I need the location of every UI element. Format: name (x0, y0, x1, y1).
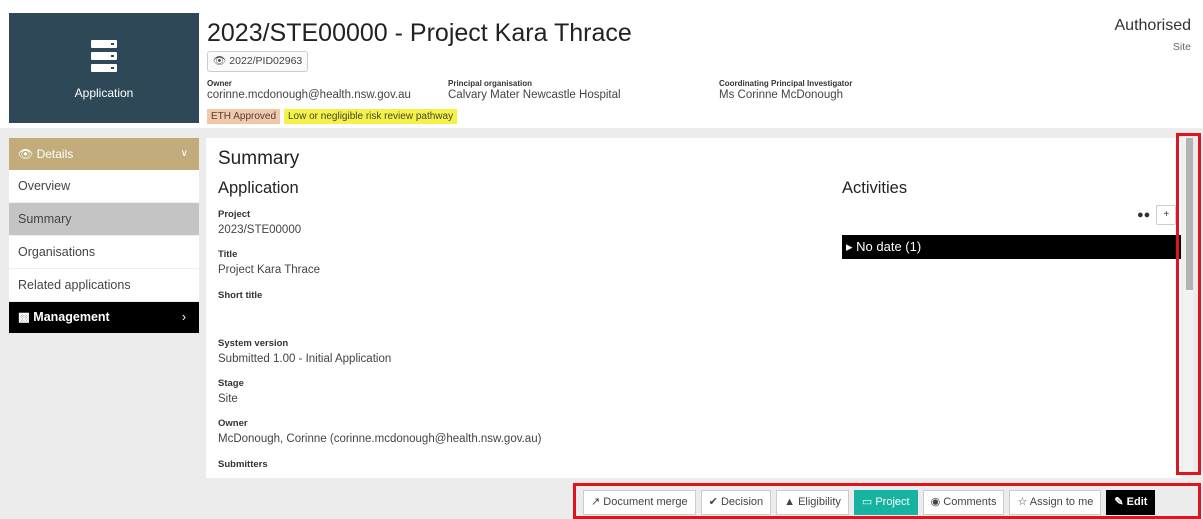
no-date-label: No date (1) (856, 239, 922, 254)
activity-icons: ●● + (1137, 205, 1177, 225)
coordinating-pi-value: Ms Corinne McDonough (719, 89, 844, 101)
no-date-toggle[interactable]: ▸ No date (1) (842, 235, 1181, 259)
add-user-icon[interactable]: + (1156, 205, 1177, 225)
toolbar-highlight-box (573, 483, 1201, 519)
page-header: Application 2023/STE00000 - Project Kara… (0, 0, 1203, 128)
sidebar-management-label: Management (33, 310, 110, 324)
eye-icon: 👁︎ (213, 55, 227, 67)
activities-heading: Activities (842, 179, 908, 197)
sidebar: 👁︎ Details ∨ Overview Summary Organisati… (9, 138, 199, 333)
sidebar-item-overview[interactable]: Overview (9, 170, 199, 203)
page-title: 2023/STE00000 - Project Kara Thrace (207, 19, 632, 47)
pid-label: 2022/PID02963 (229, 55, 303, 67)
sidebar-details-label: Details (36, 147, 74, 161)
owner-meta: Owner corinne.mcdonough@health.nsw.gov.a… (207, 79, 411, 101)
status-sub-label: Site (1172, 41, 1191, 53)
scrollbar-highlight-box (1176, 133, 1201, 475)
server-icon (91, 40, 117, 72)
field-stage: Stage Site (218, 378, 244, 405)
field-system-version-label: System version (218, 338, 289, 349)
sidebar-details-header[interactable]: 👁︎ Details ∨ (9, 138, 199, 170)
app-label: Application (74, 86, 134, 100)
field-short-title-label: Short title (218, 290, 263, 301)
field-project-label: Project (218, 209, 251, 220)
pid-badge[interactable]: 👁︎ 2022/PID02963 (207, 51, 309, 72)
field-title-value: Project Kara Thrace (218, 264, 321, 276)
sidebar-item-summary[interactable]: Summary (9, 203, 199, 236)
principal-organisation-value: Calvary Mater Newcastle Hospital (448, 89, 621, 101)
sidebar-item-organisations[interactable]: Organisations (9, 236, 199, 269)
application-tile: Application (9, 13, 199, 123)
field-owner-value: McDonough, Corinne (corinne.mcdonough@he… (218, 433, 542, 445)
summary-heading: Summary (218, 148, 300, 169)
field-project: Project 2023/STE00000 (218, 209, 301, 236)
eth-approved-tag: ETH Approved (207, 109, 281, 124)
sidebar-item-management[interactable]: ▩ Management › (9, 302, 199, 333)
coordinating-pi: Coordinating Principal Investigator Ms C… (719, 79, 852, 101)
principal-organisation: Principal organisation Calvary Mater New… (448, 79, 621, 101)
owner-meta-value: corinne.mcdonough@health.nsw.gov.au (207, 89, 411, 101)
field-owner: Owner McDonough, Corinne (corinne.mcdono… (218, 418, 541, 445)
field-title: Title Project Kara Thrace (218, 249, 320, 276)
field-system-version-value: Submitted 1.00 - Initial Application (218, 353, 392, 365)
field-title-label: Title (218, 249, 238, 260)
owner-meta-label: Owner (207, 79, 232, 88)
field-submitters: Submitters (218, 459, 268, 474)
field-short-title: Short title (218, 290, 262, 305)
sidebar-item-related-applications[interactable]: Related applications (9, 269, 199, 302)
application-heading: Application (218, 179, 299, 197)
field-submitters-label: Submitters (218, 459, 268, 470)
principal-organisation-label: Principal organisation (448, 79, 533, 88)
field-owner-label: Owner (218, 418, 248, 429)
field-stage-value: Site (218, 393, 238, 405)
coordinating-pi-label: Coordinating Principal Investigator (719, 79, 853, 88)
risk-pathway-tag: Low or negligible risk review pathway (284, 109, 458, 124)
field-project-value: 2023/STE00000 (218, 224, 302, 236)
field-stage-label: Stage (218, 378, 244, 389)
chevron-right-icon: › (181, 310, 186, 324)
eye-icon: 👁︎ (18, 147, 34, 161)
sitemap-icon: ▩ (18, 310, 30, 324)
field-system-version: System version Submitted 1.00 - Initial … (218, 338, 391, 365)
status-label: Authorised (1114, 17, 1192, 34)
caret-right-icon: ▸ (846, 239, 853, 254)
users-icon[interactable]: ●● (1137, 209, 1150, 221)
summary-panel: Summary Application Activities Project 2… (206, 138, 1181, 478)
chevron-down-icon: ∨ (180, 148, 188, 159)
